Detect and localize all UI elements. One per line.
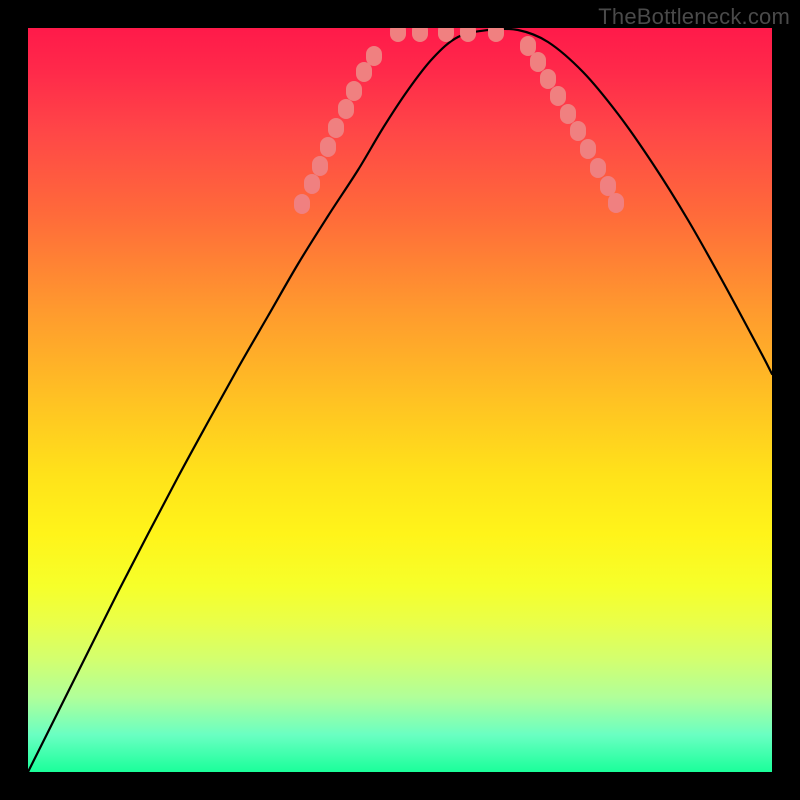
data-marker xyxy=(312,156,328,176)
data-marker xyxy=(520,36,536,56)
data-marker xyxy=(294,194,310,214)
chart-svg xyxy=(28,28,772,772)
data-marker xyxy=(600,176,616,196)
data-marker xyxy=(608,193,624,213)
data-marker xyxy=(346,81,362,101)
data-marker xyxy=(356,62,372,82)
chart-frame: TheBottleneck.com xyxy=(0,0,800,800)
data-marker xyxy=(570,121,586,141)
data-marker xyxy=(460,28,476,42)
data-marker xyxy=(304,174,320,194)
data-marker xyxy=(338,99,354,119)
data-marker xyxy=(390,28,406,42)
data-marker xyxy=(366,46,382,66)
data-marker xyxy=(530,52,546,72)
data-marker xyxy=(560,104,576,124)
data-marker xyxy=(550,86,566,106)
data-marker xyxy=(590,158,606,178)
data-marker xyxy=(488,28,504,42)
curve-path xyxy=(28,29,772,772)
data-marker xyxy=(540,69,556,89)
data-marker xyxy=(580,139,596,159)
dots-left-group xyxy=(294,46,382,214)
data-marker xyxy=(320,137,336,157)
data-marker xyxy=(328,118,344,138)
data-marker xyxy=(412,28,428,42)
watermark-text: TheBottleneck.com xyxy=(598,4,790,30)
